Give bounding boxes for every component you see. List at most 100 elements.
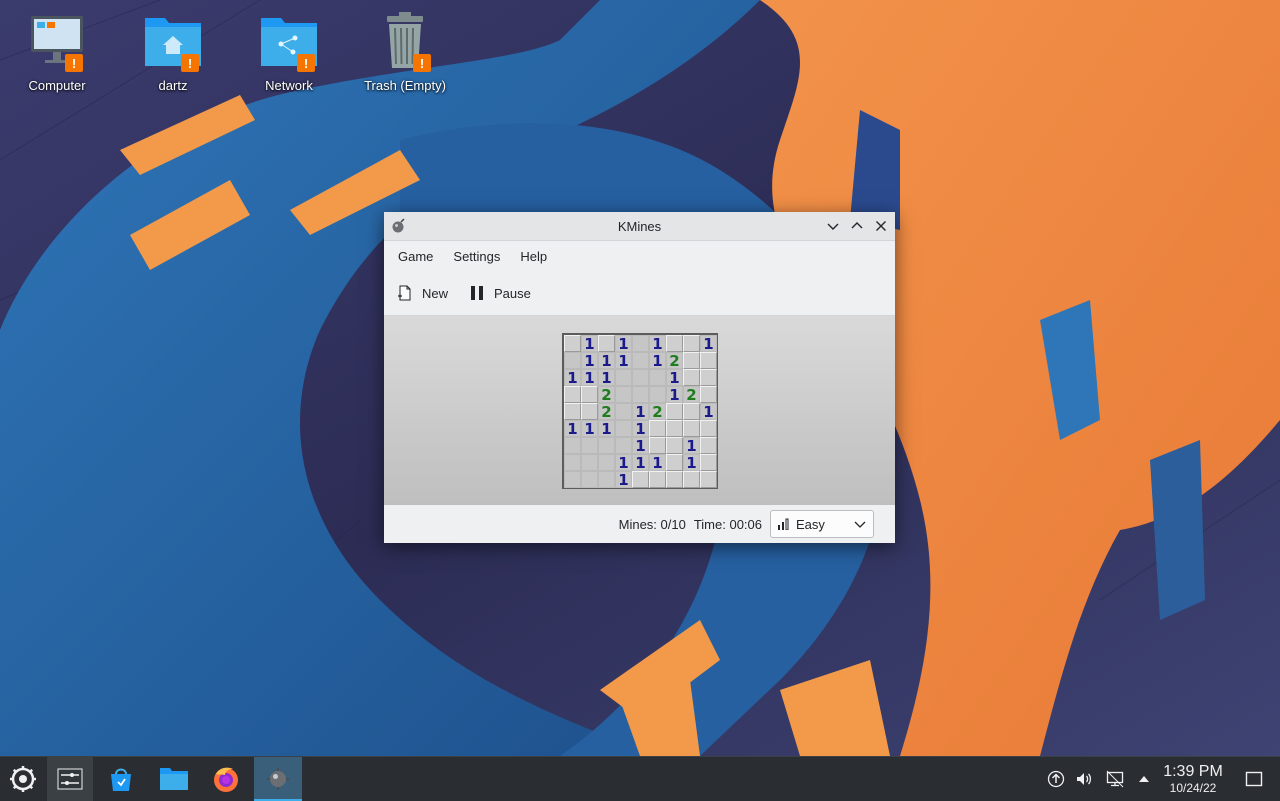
number-cell[interactable]: 1 (564, 369, 581, 387)
menu-settings[interactable]: Settings (443, 245, 510, 268)
empty-cell[interactable] (649, 369, 666, 386)
number-cell[interactable]: 1 (564, 420, 581, 438)
number-cell[interactable]: 1 (700, 335, 717, 353)
covered-cell[interactable] (683, 420, 700, 437)
network-button[interactable] (1105, 769, 1125, 789)
covered-cell[interactable] (649, 420, 666, 437)
empty-cell[interactable] (615, 420, 632, 437)
covered-cell[interactable] (683, 335, 700, 352)
desktop-icon-computer[interactable]: ! Computer (7, 10, 107, 93)
covered-cell[interactable] (632, 471, 649, 488)
number-cell[interactable]: 1 (581, 352, 598, 370)
number-cell[interactable]: 1 (683, 437, 700, 455)
number-cell[interactable]: 1 (581, 335, 598, 353)
number-cell[interactable]: 1 (615, 471, 632, 489)
covered-cell[interactable] (666, 335, 683, 352)
empty-cell[interactable] (632, 352, 649, 369)
covered-cell[interactable] (581, 386, 598, 403)
empty-cell[interactable] (615, 437, 632, 454)
covered-cell[interactable] (564, 335, 581, 352)
empty-cell[interactable] (615, 403, 632, 420)
empty-cell[interactable] (632, 369, 649, 386)
empty-cell[interactable] (615, 386, 632, 403)
empty-cell[interactable] (615, 369, 632, 386)
covered-cell[interactable] (666, 471, 683, 488)
number-cell[interactable]: 1 (632, 420, 649, 438)
number-cell[interactable]: 1 (598, 352, 615, 370)
discover-button[interactable] (98, 757, 144, 801)
covered-cell[interactable] (666, 420, 683, 437)
number-cell[interactable]: 1 (666, 369, 683, 387)
covered-cell[interactable] (683, 471, 700, 488)
covered-cell[interactable] (564, 386, 581, 403)
difficulty-select[interactable]: Easy (770, 510, 874, 538)
covered-cell[interactable] (564, 403, 581, 420)
updates-button[interactable] (1046, 769, 1066, 789)
menu-game[interactable]: Game (388, 245, 443, 268)
number-cell[interactable]: 1 (649, 454, 666, 472)
number-cell[interactable]: 1 (632, 454, 649, 472)
desktop-icon-trash[interactable]: ! Trash (Empty) (355, 10, 455, 93)
number-cell[interactable]: 1 (632, 403, 649, 421)
number-cell[interactable]: 2 (666, 352, 683, 370)
covered-cell[interactable] (700, 454, 717, 471)
number-cell[interactable]: 2 (598, 386, 615, 404)
minefield[interactable]: 1111111121111212212111111111111 (562, 333, 718, 489)
number-cell[interactable]: 2 (649, 403, 666, 421)
empty-cell[interactable] (564, 437, 581, 454)
covered-cell[interactable] (700, 369, 717, 386)
number-cell[interactable]: 1 (632, 437, 649, 455)
application-launcher[interactable] (0, 757, 46, 801)
number-cell[interactable]: 1 (615, 454, 632, 472)
number-cell[interactable]: 2 (598, 403, 615, 421)
pager-button[interactable] (47, 757, 93, 801)
number-cell[interactable]: 1 (598, 369, 615, 387)
empty-cell[interactable] (632, 335, 649, 352)
number-cell[interactable]: 1 (581, 420, 598, 438)
number-cell[interactable]: 1 (649, 335, 666, 353)
covered-cell[interactable] (700, 471, 717, 488)
number-cell[interactable]: 1 (666, 386, 683, 404)
covered-cell[interactable] (683, 352, 700, 369)
empty-cell[interactable] (598, 437, 615, 454)
volume-button[interactable] (1074, 769, 1094, 789)
empty-cell[interactable] (564, 454, 581, 471)
menu-help[interactable]: Help (510, 245, 557, 268)
number-cell[interactable]: 2 (683, 386, 700, 404)
empty-cell[interactable] (581, 471, 598, 488)
empty-cell[interactable] (581, 437, 598, 454)
desktop-icon-home[interactable]: ! dartz (123, 10, 223, 93)
covered-cell[interactable] (700, 352, 717, 369)
title-bar[interactable]: KMines (384, 212, 895, 241)
covered-cell[interactable] (649, 471, 666, 488)
number-cell[interactable]: 1 (683, 454, 700, 472)
covered-cell[interactable] (598, 335, 615, 352)
empty-cell[interactable] (564, 352, 581, 369)
covered-cell[interactable] (700, 437, 717, 454)
covered-cell[interactable] (666, 437, 683, 454)
tray-expand-button[interactable] (1134, 769, 1154, 789)
empty-cell[interactable] (649, 386, 666, 403)
kmines-task-button[interactable] (254, 757, 302, 801)
kmines-app-icon[interactable] (390, 218, 406, 239)
desktop-icon-network[interactable]: ! Network (239, 10, 339, 93)
pause-button[interactable]: Pause (468, 284, 531, 302)
covered-cell[interactable] (683, 403, 700, 420)
minimize-button[interactable] (823, 216, 843, 236)
maximize-button[interactable] (847, 216, 867, 236)
number-cell[interactable]: 1 (700, 403, 717, 421)
empty-cell[interactable] (564, 471, 581, 488)
digital-clock[interactable]: 1:39 PM 10/24/22 (1156, 763, 1230, 795)
new-game-button[interactable]: New (396, 284, 448, 302)
covered-cell[interactable] (700, 386, 717, 403)
number-cell[interactable]: 1 (615, 335, 632, 353)
covered-cell[interactable] (700, 420, 717, 437)
empty-cell[interactable] (632, 386, 649, 403)
covered-cell[interactable] (649, 437, 666, 454)
number-cell[interactable]: 1 (598, 420, 615, 438)
empty-cell[interactable] (581, 454, 598, 471)
covered-cell[interactable] (581, 403, 598, 420)
covered-cell[interactable] (683, 369, 700, 386)
firefox-button[interactable] (203, 757, 249, 801)
show-desktop-button[interactable] (1244, 769, 1264, 789)
